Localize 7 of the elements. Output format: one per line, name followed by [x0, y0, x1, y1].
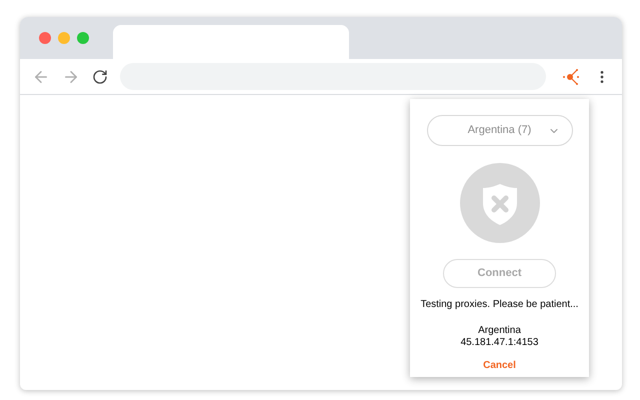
proxy-country: Argentina	[478, 325, 521, 337]
cancel-link[interactable]: Cancel	[483, 358, 516, 373]
proxy-address: 45.181.47.1:4153	[460, 337, 538, 349]
reload-icon[interactable]	[92, 68, 108, 84]
status-message: Testing proxies. Please be patient...	[420, 298, 578, 312]
network-icon[interactable]	[562, 66, 582, 86]
country-select[interactable]: Argentina (7)	[426, 115, 572, 146]
